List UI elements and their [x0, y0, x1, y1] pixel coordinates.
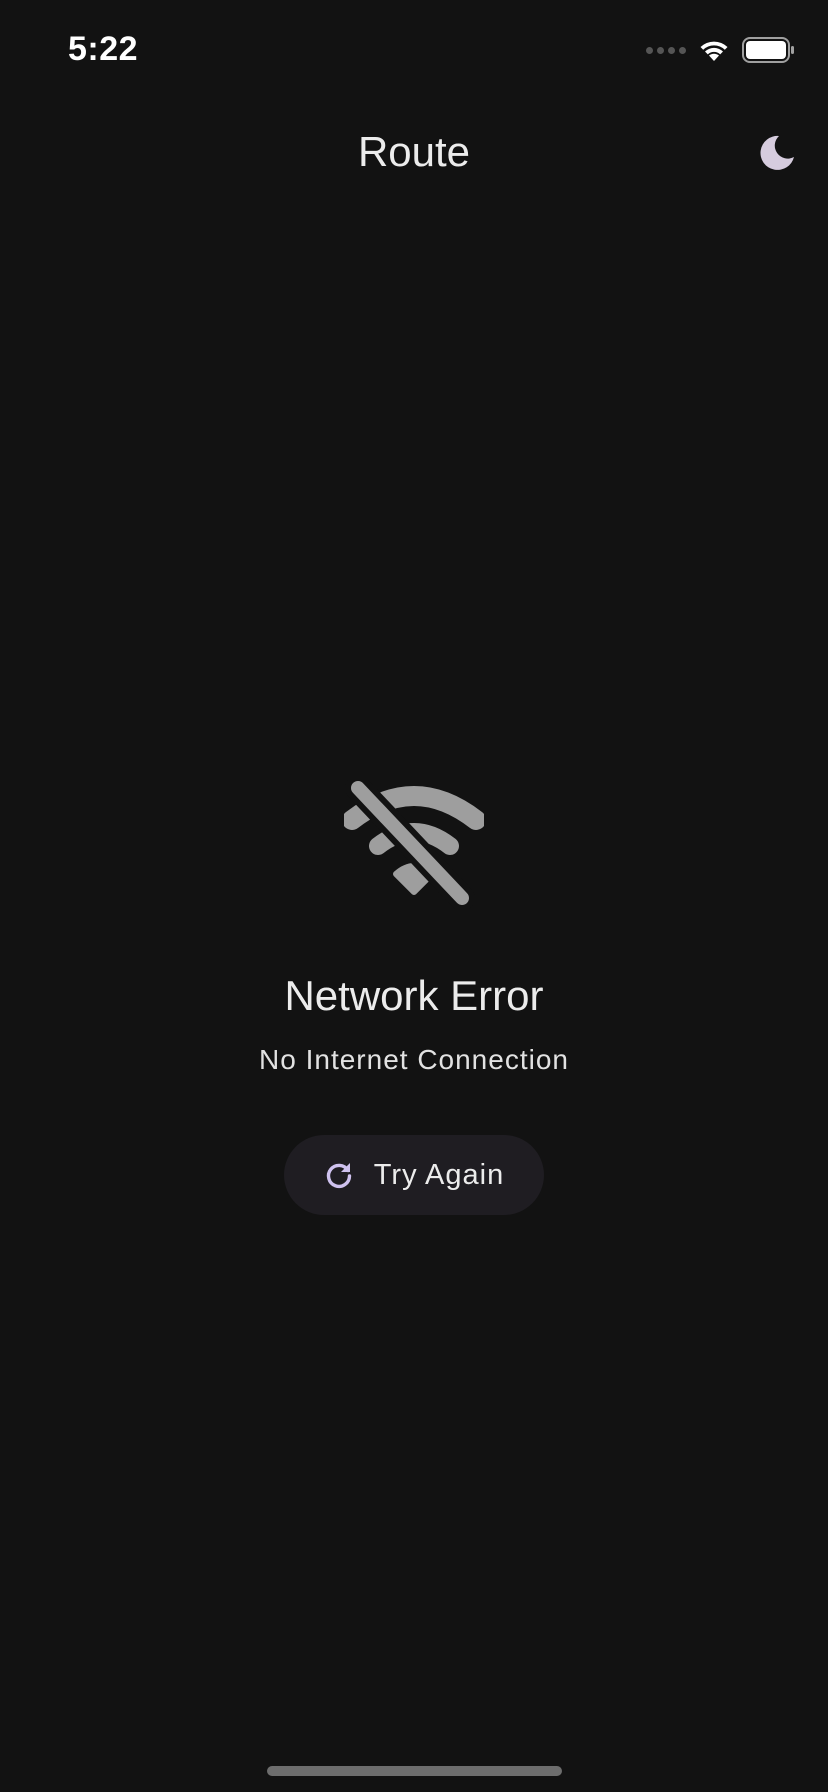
refresh-icon [326, 1163, 351, 1189]
battery-icon [742, 37, 794, 63]
moon-icon [760, 135, 794, 170]
error-title: Network Error [284, 972, 544, 1019]
status-icons [646, 36, 796, 64]
app-bar: Route [0, 110, 828, 200]
theme-toggle-button[interactable] [752, 128, 802, 178]
status-time: 5:22 [68, 30, 139, 68]
wifi-icon [700, 41, 728, 61]
wifi-off-icon [344, 780, 484, 910]
network-error-panel: Network Error No Internet Connection [0, 780, 828, 1076]
page-title: Route [357, 128, 471, 175]
signal-dots-icon [646, 46, 686, 54]
try-again-button[interactable]: Try Again [284, 1135, 544, 1215]
error-subtitle: No Internet Connection [259, 1044, 569, 1075]
status-bar: 5:22 [0, 0, 828, 100]
try-again-label: Try Again [373, 1158, 505, 1191]
home-indicator [267, 1766, 562, 1776]
